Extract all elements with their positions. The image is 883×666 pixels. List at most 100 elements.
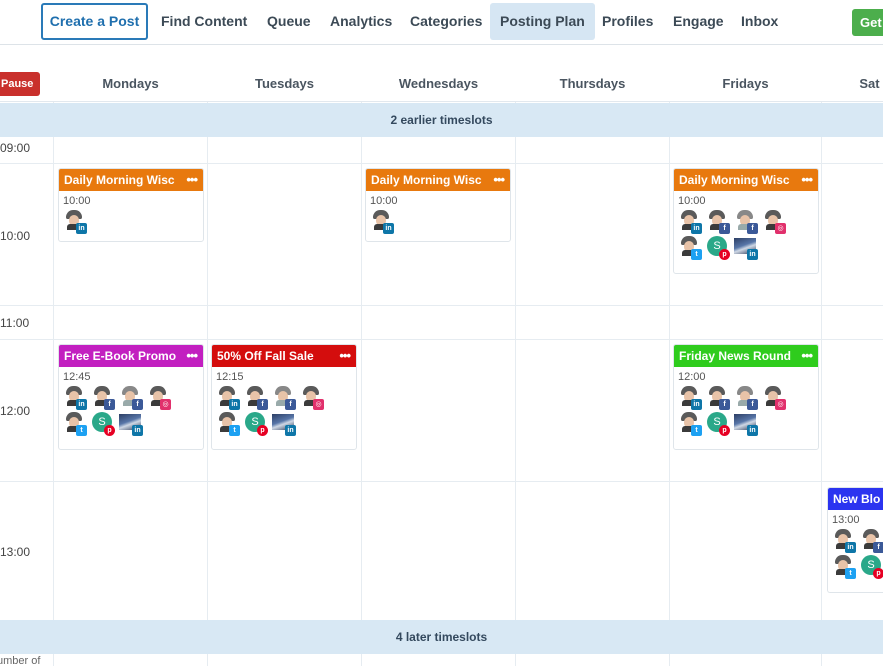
pinterest-icon: p (104, 425, 115, 436)
profile-avatar-instagram[interactable]: ◎ (147, 386, 171, 410)
card-header[interactable]: Daily Morning Wisc ••• (59, 169, 203, 191)
earlier-timeslots-band[interactable]: 2 earlier timeslots (0, 103, 883, 137)
more-options-icon[interactable]: ••• (186, 345, 198, 367)
profile-avatar-linkedin[interactable]: in (63, 386, 87, 410)
card-header[interactable]: Daily Morning Wisc ••• (366, 169, 510, 191)
profile-avatar-facebook[interactable]: f (706, 210, 730, 234)
profile-avatar-linkedin[interactable]: in (678, 210, 702, 234)
get-button[interactable]: Get (852, 9, 883, 36)
profile-avatar-facebook[interactable]: f (860, 529, 883, 553)
profile-avatar-instagram[interactable]: ◎ (762, 210, 786, 234)
instagram-icon: ◎ (775, 399, 786, 410)
nav-analytics[interactable]: Analytics (320, 3, 402, 40)
time-label: 09:00 (0, 141, 31, 155)
linkedin-icon: in (383, 223, 394, 234)
more-options-icon[interactable]: ••• (801, 169, 813, 191)
facebook-icon: f (873, 542, 883, 553)
profile-avatar-linkedin[interactable]: in (63, 210, 87, 234)
more-options-icon[interactable]: ••• (493, 169, 505, 191)
time-label: 12:00 (0, 404, 31, 418)
profile-avatar-twitter[interactable]: t (63, 412, 87, 436)
grid-divider (515, 66, 516, 666)
profile-avatar-linkedin-page[interactable]: in (272, 412, 296, 436)
profile-avatar-facebook[interactable]: f (706, 386, 730, 410)
card-header[interactable]: Free E-Book Promo ••• (59, 345, 203, 367)
card-title: Friday News Round (679, 349, 791, 363)
profile-avatar-linkedin[interactable]: in (832, 529, 856, 553)
grid-divider (821, 66, 822, 666)
profile-avatar-linkedin[interactable]: in (370, 210, 394, 234)
profile-avatar-twitter[interactable]: t (678, 412, 702, 436)
day-header-saturday: Sat (859, 76, 880, 91)
post-card[interactable]: 50% Off Fall Sale ••• 12:15 in f f ◎ t S… (211, 344, 357, 450)
more-options-icon[interactable]: ••• (801, 345, 813, 367)
create-post-button[interactable]: Create a Post (41, 3, 148, 40)
profile-avatar-linkedin-page[interactable]: in (734, 236, 758, 260)
nav-categories[interactable]: Categories (400, 3, 492, 40)
nav-inbox[interactable]: Inbox (731, 3, 788, 40)
profile-avatar-pinterest[interactable]: Sp (706, 412, 730, 436)
card-header[interactable]: Daily Morning Wisc ••• (674, 169, 818, 191)
linkedin-icon: in (845, 542, 856, 553)
profile-avatar-linkedin-page[interactable]: in (734, 412, 758, 436)
row-divider (0, 163, 883, 164)
linkedin-icon: in (747, 249, 758, 260)
pause-button[interactable]: Pause (0, 72, 40, 96)
twitter-icon: t (845, 568, 856, 579)
nav-queue[interactable]: Queue (257, 3, 321, 40)
profile-avatar-facebook[interactable]: f (91, 386, 115, 410)
later-timeslots-band[interactable]: 4 later timeslots (0, 620, 883, 654)
card-header[interactable]: Friday News Round ••• (674, 345, 818, 367)
card-header[interactable]: 50% Off Fall Sale ••• (212, 345, 356, 367)
profile-avatar-facebook[interactable]: f (244, 386, 268, 410)
day-header-friday: Fridays (722, 76, 769, 91)
profile-avatar-facebook[interactable]: f (119, 386, 143, 410)
profile-avatar-linkedin[interactable]: in (678, 386, 702, 410)
post-card[interactable]: Daily Morning Wisc ••• 10:00 in (365, 168, 511, 242)
profile-avatar-linkedin[interactable]: in (216, 386, 240, 410)
day-header-row: Mondays Tuesdays Wednesdays Thursdays Fr… (0, 66, 883, 102)
twitter-icon: t (691, 425, 702, 436)
profile-avatar-facebook[interactable]: f (734, 210, 758, 234)
linkedin-icon: in (691, 223, 702, 234)
linkedin-icon: in (76, 223, 87, 234)
card-time: 10:00 (63, 195, 91, 207)
card-header[interactable]: New Blo (828, 488, 883, 510)
day-header-thursday: Thursdays (559, 76, 626, 91)
post-card[interactable]: Daily Morning Wisc ••• 10:00 in (58, 168, 204, 242)
profile-avatar-pinterest[interactable]: Sp (91, 412, 115, 436)
profile-avatar-pinterest[interactable]: Sp (860, 555, 883, 579)
more-options-icon[interactable]: ••• (339, 345, 351, 367)
nav-engage[interactable]: Engage (663, 3, 734, 40)
post-card[interactable]: Daily Morning Wisc ••• 10:00 in f f ◎ t … (673, 168, 819, 274)
profile-avatar-facebook[interactable]: f (272, 386, 296, 410)
day-header-wednesday: Wednesdays (398, 76, 479, 91)
post-card[interactable]: Free E-Book Promo ••• 12:45 in f f ◎ t S… (58, 344, 204, 450)
profile-avatar-twitter[interactable]: t (832, 555, 856, 579)
nav-profiles[interactable]: Profiles (592, 3, 663, 40)
facebook-icon: f (719, 223, 730, 234)
profile-avatar-instagram[interactable]: ◎ (300, 386, 324, 410)
instagram-icon: ◎ (775, 223, 786, 234)
facebook-icon: f (132, 399, 143, 410)
profile-avatar-twitter[interactable]: t (678, 236, 702, 260)
post-card[interactable]: Friday News Round ••• 12:00 in f f ◎ t S… (673, 344, 819, 450)
linkedin-icon: in (747, 425, 758, 436)
profile-avatar-facebook[interactable]: f (734, 386, 758, 410)
facebook-icon: f (104, 399, 115, 410)
post-card[interactable]: New Blo 13:00 in f t Sp (827, 487, 883, 593)
card-time: 10:00 (370, 195, 398, 207)
grid-divider (669, 66, 670, 666)
nav-find-content[interactable]: Find Content (151, 3, 257, 40)
profile-avatar-instagram[interactable]: ◎ (762, 386, 786, 410)
pinterest-icon: p (719, 249, 730, 260)
more-options-icon[interactable]: ••• (186, 169, 198, 191)
profile-avatar-twitter[interactable]: t (216, 412, 240, 436)
profile-avatar-pinterest[interactable]: Sp (244, 412, 268, 436)
grid-divider (361, 66, 362, 666)
card-time: 12:15 (216, 371, 244, 383)
profile-avatar-pinterest[interactable]: Sp (706, 236, 730, 260)
profile-avatar-linkedin-page[interactable]: in (119, 412, 143, 436)
instagram-icon: ◎ (313, 399, 324, 410)
nav-posting-plan[interactable]: Posting Plan (490, 3, 595, 40)
